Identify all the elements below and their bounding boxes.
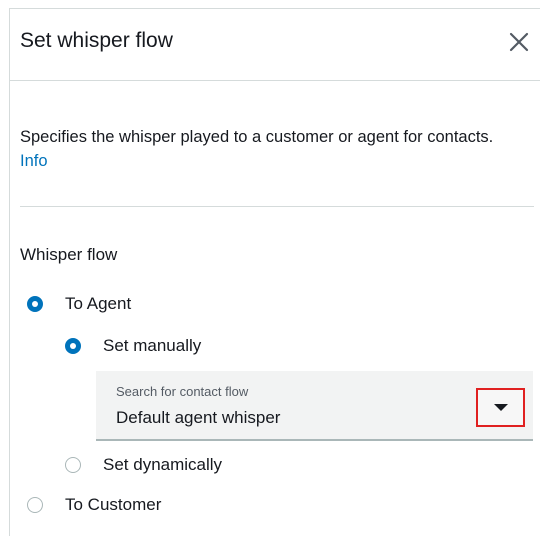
radio-unselected-indicator[interactable]: [27, 497, 43, 513]
caret-down-icon: [493, 404, 508, 411]
set-dynamically-label: Set dynamically: [103, 455, 223, 474]
close-icon: [509, 32, 529, 52]
panel-description: Specifies the whisper played to a custom…: [20, 125, 500, 173]
info-link[interactable]: Info: [20, 152, 48, 170]
whisper-flow-panel: Set whisper flow Specifies the whisper p…: [9, 8, 540, 536]
radio-set-dynamically[interactable]: Set dynamically: [65, 455, 222, 475]
contact-flow-select-value: Default agent whisper: [116, 408, 281, 427]
radio-to-customer[interactable]: To Customer: [27, 495, 161, 515]
whisper-flow-label: Whisper flow: [20, 245, 118, 264]
panel-header: Set whisper flow: [10, 9, 540, 81]
contact-flow-select[interactable]: Search for contact flow Default agent wh…: [96, 371, 533, 441]
set-manually-label: Set manually: [103, 336, 202, 355]
radio-to-agent[interactable]: To Agent: [27, 294, 131, 314]
close-button[interactable]: [506, 29, 532, 55]
radio-selected-indicator[interactable]: [27, 296, 43, 312]
section-divider: [20, 206, 534, 207]
radio-set-manually[interactable]: Set manually: [65, 336, 201, 356]
dropdown-toggle-button[interactable]: [476, 388, 525, 427]
contact-flow-select-label: Search for contact flow: [116, 384, 249, 399]
panel-title: Set whisper flow: [20, 29, 173, 52]
radio-unselected-indicator[interactable]: [65, 457, 81, 473]
to-customer-label: To Customer: [65, 495, 162, 514]
radio-selected-indicator[interactable]: [65, 338, 81, 354]
description-text: Specifies the whisper played to a custom…: [20, 128, 494, 146]
to-agent-label: To Agent: [65, 294, 132, 313]
